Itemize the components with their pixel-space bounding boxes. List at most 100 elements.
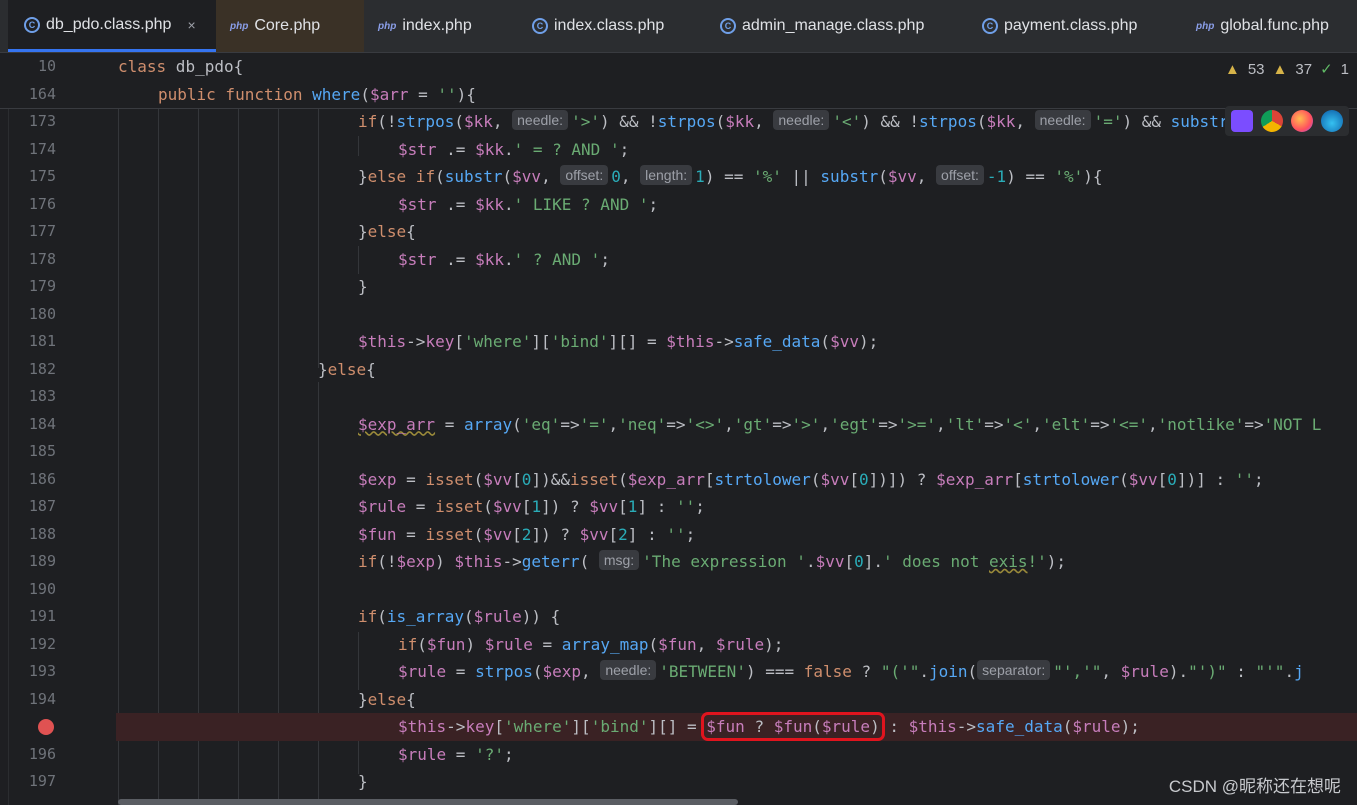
code-line[interactable]: 179 } [0, 273, 1357, 301]
tab-index-class[interactable]: C index.class.php [532, 0, 664, 52]
line-number: 197 [28, 772, 56, 790]
code-line[interactable]: 192 if($fun) $rule = array_map($fun, $ru… [0, 631, 1357, 659]
line-number: 10 [37, 57, 56, 75]
tab-label: Core.php [254, 17, 321, 34]
code-line[interactable]: 175 }else if(substr($vv, offset: 0, lengt… [0, 163, 1357, 191]
line-number: 189 [28, 552, 56, 570]
tab-label: index.php [402, 17, 472, 34]
code-line[interactable]: 187 $rule = isset($vv[1]) ? $vv[1] : ''; [0, 493, 1357, 521]
editor-tab-bar: C db_pdo.class.php × php Core.php php in… [0, 0, 1357, 53]
code-line[interactable]: 176 $str .= $kk.' LIKE ? AND '; [0, 191, 1357, 219]
line-number: 192 [28, 634, 56, 653]
code-line[interactable]: 178 $str .= $kk.' ? AND '; [0, 246, 1357, 274]
line-number: 185 [28, 442, 56, 460]
tab-label: payment.class.php [1004, 17, 1138, 34]
warning-count: 53 [1247, 60, 1265, 78]
code-line[interactable]: 173 if(!strpos($kk, needle: '>') && !strp… [0, 108, 1357, 136]
line-number: 184 [28, 414, 56, 433]
tab-global-func[interactable]: php global.func.php [1196, 0, 1329, 52]
line-number: 173 [28, 112, 56, 130]
line-number: 164 [28, 84, 56, 103]
line-number: 196 [28, 744, 56, 763]
param-hint: needle: [773, 110, 830, 130]
code-line[interactable]: 185 [0, 438, 1357, 466]
horizontal-scrollbar[interactable] [118, 799, 738, 805]
tab-core-php[interactable]: php Core.php [216, 0, 364, 52]
line-number: 193 [28, 662, 56, 680]
param-hint: offset: [560, 165, 609, 185]
line-number: 194 [28, 689, 56, 708]
sticky-line-function[interactable]: 164 public function where($arr = ''){ [0, 80, 1357, 109]
class-icon: C [982, 18, 998, 34]
weak-warning-count: 37 [1295, 60, 1313, 78]
tab-db-pdo-class[interactable]: C db_pdo.class.php × [8, 0, 216, 52]
class-icon: C [24, 16, 40, 33]
line-number: 174 [28, 139, 56, 158]
code-line-breakpoint[interactable]: $this->key['where']['bind'][] = $fun ? $… [0, 712, 1357, 741]
code-line[interactable]: 188 $fun = isset($vv[2]) ? $vv[2] : ''; [0, 521, 1357, 549]
phpstorm-icon[interactable] [1231, 110, 1253, 132]
code-line[interactable]: 197 } [0, 768, 1357, 796]
sticky-line-class[interactable]: 10 class db_pdo{ [0, 53, 1357, 82]
tab-label: global.func.php [1220, 17, 1329, 34]
param-hint: offset: [936, 165, 984, 185]
param-hint: msg: [598, 550, 640, 570]
tab-label: admin_manage.class.php [742, 17, 925, 34]
line-number: 188 [28, 524, 56, 543]
tab-payment-class[interactable]: C payment.class.php [982, 0, 1137, 52]
code-line[interactable]: 183 [0, 383, 1357, 411]
param-hint: needle: [600, 660, 657, 680]
code-line[interactable]: 194 }else{ [0, 686, 1357, 714]
code-line[interactable]: 184 $exp_arr = array('eq'=>'=','neq'=>'<… [0, 411, 1357, 439]
line-number: 177 [28, 222, 56, 240]
php-file-icon: php [378, 20, 397, 32]
param-hint: needle: [1034, 110, 1091, 130]
param-hint: separator: [977, 660, 1051, 680]
line-number: 183 [28, 387, 56, 405]
code-line[interactable]: 189 if(!$exp) $this->geterr( msg: 'The ex… [0, 548, 1357, 576]
param-hint: length: [640, 165, 693, 185]
browser-preview-bar [1225, 106, 1349, 136]
chrome-icon[interactable] [1261, 110, 1283, 132]
tab-label: index.class.php [554, 17, 665, 34]
code-line[interactable]: 193 $rule = strpos($exp, needle: 'BETWEEN… [0, 658, 1357, 686]
class-icon: C [720, 18, 736, 34]
check-icon: ✓ [1320, 61, 1333, 78]
code-line[interactable]: 191 if(is_array($rule)) { [0, 603, 1357, 631]
code-line[interactable]: 182 }else{ [0, 356, 1357, 384]
inspection-widget[interactable]: ▲ 53 ▲ 37 ✓ 1 [1224, 60, 1349, 79]
class-icon: C [532, 18, 548, 34]
line-number: 182 [28, 359, 56, 378]
line-number: 190 [28, 579, 56, 598]
firefox-icon[interactable] [1291, 110, 1313, 132]
watermark: CSDN @昵称还在想呢 [1168, 777, 1341, 796]
line-number: 186 [28, 469, 56, 488]
line-number: 181 [28, 332, 56, 350]
tab-index-php[interactable]: php index.php [378, 0, 472, 52]
ok-count: 1 [1340, 60, 1349, 78]
code-line[interactable]: 177 }else{ [0, 218, 1357, 246]
breakpoint-icon[interactable] [38, 719, 54, 735]
warning-icon: ▲ [1224, 60, 1240, 78]
line-number: 191 [28, 607, 56, 625]
line-number: 176 [28, 194, 56, 213]
param-hint: needle: [512, 110, 569, 130]
code-line[interactable]: 174 $str .= $kk.' = ? AND '; [0, 136, 1357, 164]
code-line[interactable]: 190 [0, 576, 1357, 604]
line-number: 178 [28, 249, 56, 268]
code-line[interactable]: 181 $this->key['where']['bind'][] = $thi… [0, 328, 1357, 356]
code-line[interactable]: 196 $rule = '?'; [0, 741, 1357, 769]
code-line[interactable]: 180 [0, 301, 1357, 329]
line-number: 175 [28, 167, 56, 185]
weak-warning-icon: ▲ [1272, 60, 1288, 78]
php-file-icon: php [1196, 20, 1215, 32]
edge-icon[interactable] [1321, 110, 1343, 132]
line-number: 187 [28, 497, 56, 515]
php-file-icon: php [230, 20, 249, 32]
line-number: 179 [28, 277, 56, 295]
close-icon[interactable]: × [187, 17, 195, 33]
highlighted-expression: $fun ? $fun($rule) [701, 712, 885, 741]
tab-admin-manage-class[interactable]: C admin_manage.class.php [720, 0, 924, 52]
code-line[interactable]: 186 $exp = isset($vv[0])&&isset($exp_arr… [0, 466, 1357, 494]
tab-label: db_pdo.class.php [46, 15, 172, 33]
